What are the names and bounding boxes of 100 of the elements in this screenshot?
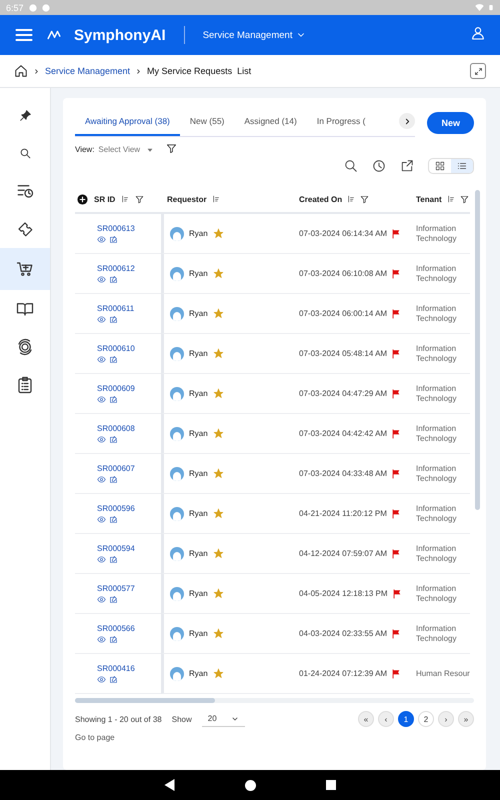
request-id-link[interactable]: SR000596 [97, 504, 135, 512]
request-id-link[interactable]: SR000613 [97, 224, 135, 232]
home-icon[interactable] [245, 780, 256, 790]
request-id-link[interactable]: SR000608 [97, 424, 135, 432]
tenant-cell-text: Information Technology [416, 424, 458, 444]
request-id-link[interactable]: SR000611 [97, 304, 134, 312]
avatar-icon [170, 666, 184, 680]
avatar-icon [170, 306, 184, 320]
tab-scroll-button[interactable] [399, 113, 415, 129]
eye-icon [97, 354, 106, 364]
page-button[interactable]: › [438, 711, 454, 727]
show-label: Show [172, 714, 192, 724]
star-icon [212, 388, 224, 399]
chevron-right-icon [33, 68, 40, 74]
chevron-right-icon [135, 68, 142, 74]
status-tab[interactable]: Awaiting Approval (38) [75, 108, 180, 136]
status-tab[interactable]: In Progress ( [306, 108, 376, 136]
back-icon[interactable] [164, 779, 175, 791]
tenant-cell-text: Information Technology [416, 344, 458, 364]
module-dropdown[interactable]: Service Management [202, 30, 306, 40]
tenant-cell-text: Information Technology [416, 264, 458, 284]
avatar-icon [170, 586, 184, 600]
star-icon [212, 428, 224, 439]
view-toggle[interactable] [428, 158, 474, 174]
view-select[interactable]: Select View [98, 145, 154, 154]
sidebar-item[interactable] [0, 248, 50, 290]
flag-icon [391, 468, 402, 478]
eye-icon [97, 234, 106, 244]
created-on-cell: 07-03-2024 04:33:48 AM [299, 469, 388, 478]
requestor-name: Ryan [189, 509, 208, 518]
search-icon [18, 146, 32, 160]
page-button[interactable]: ‹ [378, 711, 394, 727]
request-id-link[interactable]: SR000607 [97, 464, 135, 472]
column-header[interactable]: Created On [299, 194, 342, 204]
eye-icon [97, 674, 106, 684]
flag-icon [391, 668, 402, 678]
created-on-cell: 04-12-2024 07:59:07 AM [299, 549, 388, 558]
tenant-cell-text: Information Technology [416, 384, 458, 404]
share-icon [400, 159, 414, 173]
view-label: View: [75, 145, 94, 154]
request-id-link[interactable]: SR000594 [97, 544, 135, 552]
clipboard-icon [16, 376, 34, 394]
created-on-cell: 01-24-2024 07:12:39 AM [299, 669, 388, 678]
tenant-cell-text: Information Technology [416, 504, 458, 524]
expand-button[interactable] [470, 63, 486, 79]
avatar-icon [170, 506, 184, 520]
page-button[interactable]: » [458, 711, 474, 727]
eye-icon [97, 434, 106, 444]
column-header[interactable]: SR ID [94, 194, 116, 204]
edit-icon [109, 314, 118, 324]
search-icon [344, 159, 358, 173]
sort-icon [212, 195, 220, 203]
request-id-link[interactable]: SR000610 [97, 344, 135, 352]
vertical-scrollbar[interactable] [475, 190, 480, 510]
breadcrumb-link[interactable]: Service Management [45, 66, 130, 76]
edit-icon [109, 234, 118, 244]
flag-icon [391, 548, 402, 558]
wifi-icon [475, 3, 484, 12]
page-button[interactable]: « [358, 711, 374, 727]
list-icon [457, 161, 467, 171]
created-on-cell: 07-03-2024 05:48:14 AM [299, 349, 388, 358]
request-id-link[interactable]: SR000612 [97, 264, 135, 272]
status-tab[interactable]: Assigned (14) [234, 108, 307, 136]
edit-icon [109, 354, 118, 364]
avatar-icon [170, 626, 184, 640]
breadcrumb-current: My Service Requests [147, 66, 232, 76]
page-button[interactable]: 1 [398, 711, 414, 727]
sort-icon [347, 195, 356, 203]
filter-icon [360, 194, 370, 204]
cart-icon [16, 260, 34, 278]
status-time: 6:57 [6, 2, 24, 12]
caret-icon [146, 146, 154, 154]
star-icon [212, 348, 224, 359]
page-size-select[interactable]: 20 [202, 711, 245, 727]
request-id-link[interactable]: SR000566 [97, 624, 135, 632]
created-on-cell: 07-03-2024 06:14:34 AM [299, 229, 388, 238]
new-button[interactable]: New [427, 112, 474, 134]
flag-icon [391, 228, 402, 238]
created-on-cell: 07-03-2024 04:42:42 AM [299, 429, 388, 438]
column-header[interactable]: Tenant [416, 194, 442, 204]
edit-icon [109, 594, 118, 604]
request-id-link[interactable]: SR000609 [97, 384, 135, 392]
status-tab[interactable]: New (55) [180, 108, 234, 136]
star-icon [212, 228, 224, 239]
created-on-cell: 07-03-2024 06:10:08 AM [299, 269, 388, 278]
column-header[interactable]: Requestor [167, 194, 207, 204]
created-on-cell: 04-05-2024 12:18:13 PM [299, 589, 388, 598]
request-id-link[interactable]: SR000577 [97, 584, 135, 592]
page-button[interactable]: 2 [418, 711, 434, 727]
battery-icon [488, 3, 494, 12]
flag-icon [391, 268, 402, 278]
star-icon [212, 308, 224, 319]
edit-icon [109, 674, 118, 684]
flag-icon [391, 348, 402, 358]
avatar-icon [170, 226, 184, 240]
filter-icon [460, 194, 469, 204]
requestor-name: Ryan [189, 389, 208, 398]
request-id-link[interactable]: SR000416 [97, 664, 135, 672]
tenant-cell-text: Information Technology [416, 224, 458, 244]
horizontal-scrollbar[interactable] [75, 698, 474, 703]
